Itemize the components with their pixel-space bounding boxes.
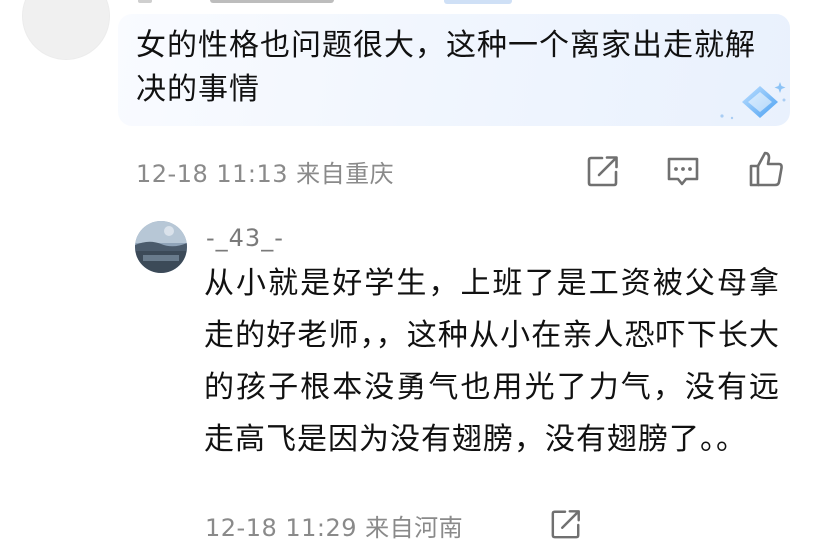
reply-timestamp: 12-18 11:29 [205,514,358,541]
clipped-username-tail [210,0,334,3]
reply-meta: 12-18 11:29 来自河南 [205,508,463,541]
comment-thread: 女的性格也问题很大，这种一个离家出走就解决的事情 12-18 11:13 来自重… [0,0,816,541]
clipped-header [138,0,512,6]
reply-username[interactable]: -_43_- [206,224,284,252]
share-icon[interactable] [586,154,620,188]
clipped-username [138,0,152,3]
share-icon[interactable] [550,508,582,540]
clipped-badge [444,0,512,4]
reply-avatar[interactable] [135,221,187,273]
comment-location: 来自重庆 [296,160,395,188]
comment-timestamp: 12-18 11:13 [136,160,289,188]
comment-bubble[interactable]: 女的性格也问题很大，这种一个离家出走就解决的事情 [118,14,790,126]
reply-avatar-image [135,221,187,273]
comment-text: 女的性格也问题很大，这种一个离家出走就解决的事情 [136,28,756,107]
diamond-sparkle-icon [720,82,786,120]
comment-meta: 12-18 11:13 来自重庆 [136,154,394,189]
comment-icon[interactable] [665,154,701,188]
commenter-avatar[interactable] [22,0,110,60]
thumbs-up-icon[interactable] [748,150,784,188]
reply-location: 来自河南 [365,514,464,541]
reply-text: 从小就是好学生，上班了是工资被父母拿走的好老师，，这种从小在亲人恐吓下长大的孩子… [204,266,780,457]
